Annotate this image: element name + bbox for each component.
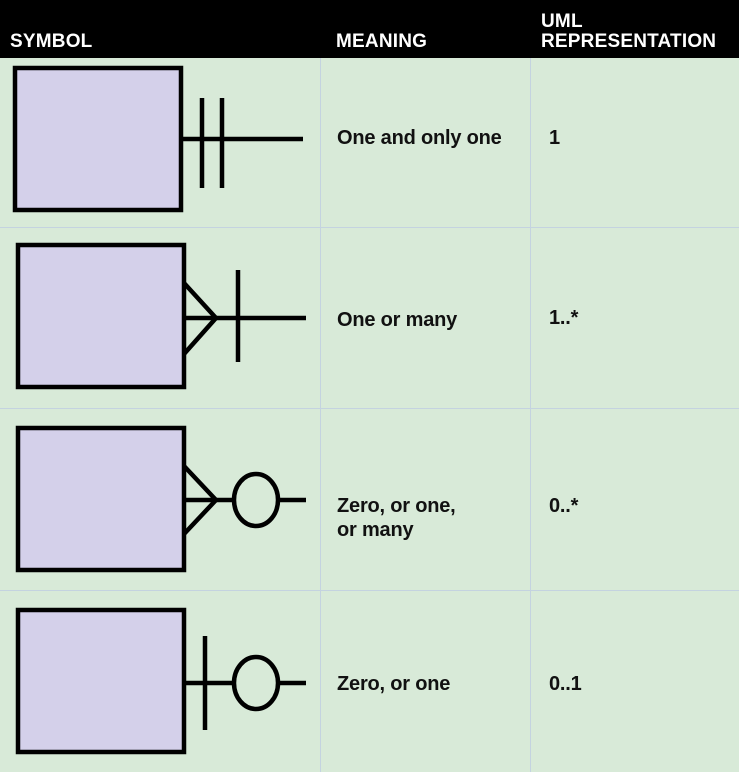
uml-header-line2: REPRESENTATION bbox=[541, 31, 717, 52]
meaning-line1: Zero, or one, bbox=[337, 495, 456, 517]
table-header: SYMBOL MEANING UML REPRESENTATION bbox=[0, 0, 739, 58]
meaning-one-and-only-one: One and only one bbox=[337, 127, 502, 149]
entity-box bbox=[15, 242, 187, 390]
entity-box bbox=[12, 65, 184, 213]
zero-or-one-symbol bbox=[15, 607, 306, 755]
column-divider-uml bbox=[530, 58, 531, 772]
uml-one-or-many: 1..* bbox=[549, 307, 579, 329]
cardinality-table: SYMBOL MEANING UML REPRESENTATION One an… bbox=[0, 0, 739, 772]
symbol-column-header: SYMBOL bbox=[10, 31, 93, 52]
zero-one-or-many-symbol bbox=[15, 425, 306, 573]
uml-one-and-only-one: 1 bbox=[549, 127, 560, 149]
column-divider-meaning bbox=[320, 58, 321, 772]
meaning-column-header: MEANING bbox=[336, 31, 428, 52]
uml-header-line1: UML bbox=[541, 11, 583, 32]
one-or-many-symbol bbox=[15, 242, 306, 390]
meaning-one-or-many: One or many bbox=[337, 309, 458, 331]
uml-zero-one-or-many: 0..* bbox=[549, 495, 579, 517]
zero-circle bbox=[231, 471, 281, 529]
meaning-line2: or many bbox=[337, 519, 414, 541]
meaning-zero-one-or-many: Zero, or one, or many bbox=[337, 494, 456, 542]
entity-box bbox=[15, 425, 187, 573]
uml-column-header: UML REPRESENTATION bbox=[541, 12, 716, 52]
zero-circle bbox=[231, 654, 281, 712]
meaning-zero-or-one: Zero, or one bbox=[337, 673, 451, 695]
one-and-only-one-symbol bbox=[12, 65, 303, 213]
uml-zero-or-one: 0..1 bbox=[549, 673, 582, 695]
entity-box bbox=[15, 607, 187, 755]
symbols-canvas bbox=[12, 65, 306, 755]
